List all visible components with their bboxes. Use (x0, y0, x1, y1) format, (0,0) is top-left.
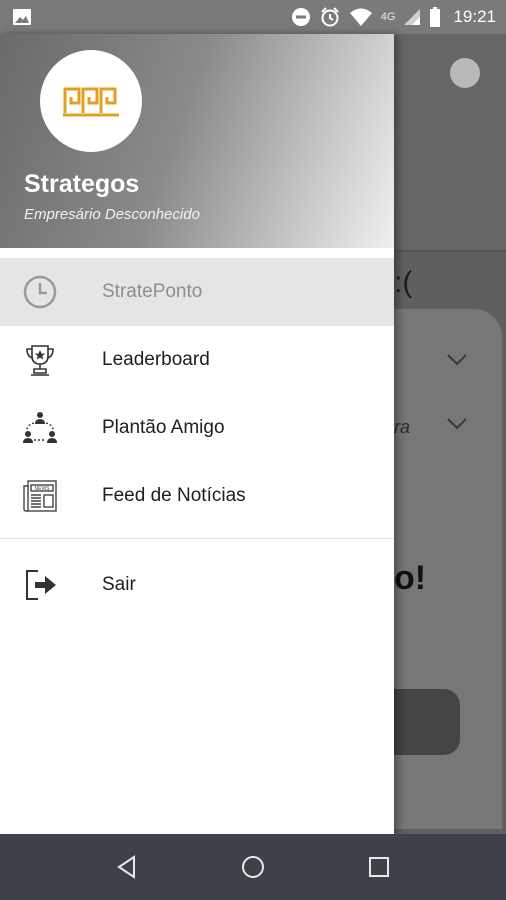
background-button (394, 689, 460, 755)
background-logo (450, 58, 480, 88)
menu-item-sair[interactable]: Sair (0, 551, 394, 619)
signal-icon (404, 9, 421, 25)
menu-item-feed-de-noticias[interactable]: NEWS Feed de Notícias (0, 462, 394, 530)
menu-item-label: Feed de Notícias (102, 485, 246, 506)
svg-text:NEWS: NEWS (35, 486, 51, 492)
background-divider (394, 250, 506, 252)
background-card: ra o! (394, 309, 502, 829)
chevron-down-icon (447, 354, 467, 366)
navigation-drawer: Strategos Empresário Desconhecido Strate… (0, 34, 394, 834)
exit-icon (26, 570, 56, 600)
network-type-label: 4G (380, 11, 396, 23)
chevron-down-icon (447, 418, 467, 430)
background-toolbar (394, 34, 506, 250)
drawer-header: Strategos Empresário Desconhecido (0, 34, 394, 248)
background-big-text: o! (394, 559, 427, 597)
wifi-icon (349, 8, 372, 26)
people-network-icon (23, 412, 57, 443)
app-name: Strategos (24, 170, 140, 198)
home-icon[interactable] (240, 854, 266, 880)
system-navigation-bar (0, 834, 506, 900)
clock-icon (23, 275, 57, 309)
trophy-icon (26, 345, 54, 376)
newspaper-icon: NEWS (23, 480, 57, 512)
app-logo-avatar (40, 50, 142, 152)
status-bar: 4G 19:21 (0, 0, 506, 34)
do-not-disturb-icon (291, 8, 310, 26)
menu-item-label: Plantão Amigo (102, 417, 225, 438)
menu-divider (0, 538, 394, 539)
alarm-icon (321, 7, 339, 27)
menu-item-label: Sair (102, 574, 136, 595)
back-icon[interactable] (114, 854, 140, 880)
clock-time: 19:21 (453, 7, 496, 26)
menu-item-label: StratePonto (102, 281, 203, 302)
greek-key-logo-icon (63, 87, 119, 117)
background-screen: :( ra o! (394, 34, 506, 834)
menu-item-strateponto[interactable]: StratePonto (0, 258, 394, 326)
user-subtitle: Empresário Desconhecido (24, 206, 200, 223)
drawer-menu: StratePonto Leaderboard Plantão Amigo NE… (0, 258, 394, 619)
menu-item-plantao-amigo[interactable]: Plantão Amigo (0, 394, 394, 462)
battery-icon (430, 7, 441, 27)
image-icon (13, 9, 31, 25)
menu-item-label: Leaderboard (102, 349, 210, 370)
recents-icon[interactable] (366, 854, 392, 880)
menu-item-leaderboard[interactable]: Leaderboard (0, 326, 394, 394)
background-sad-text: :( (394, 266, 413, 299)
background-partial-text: ra (394, 417, 411, 437)
